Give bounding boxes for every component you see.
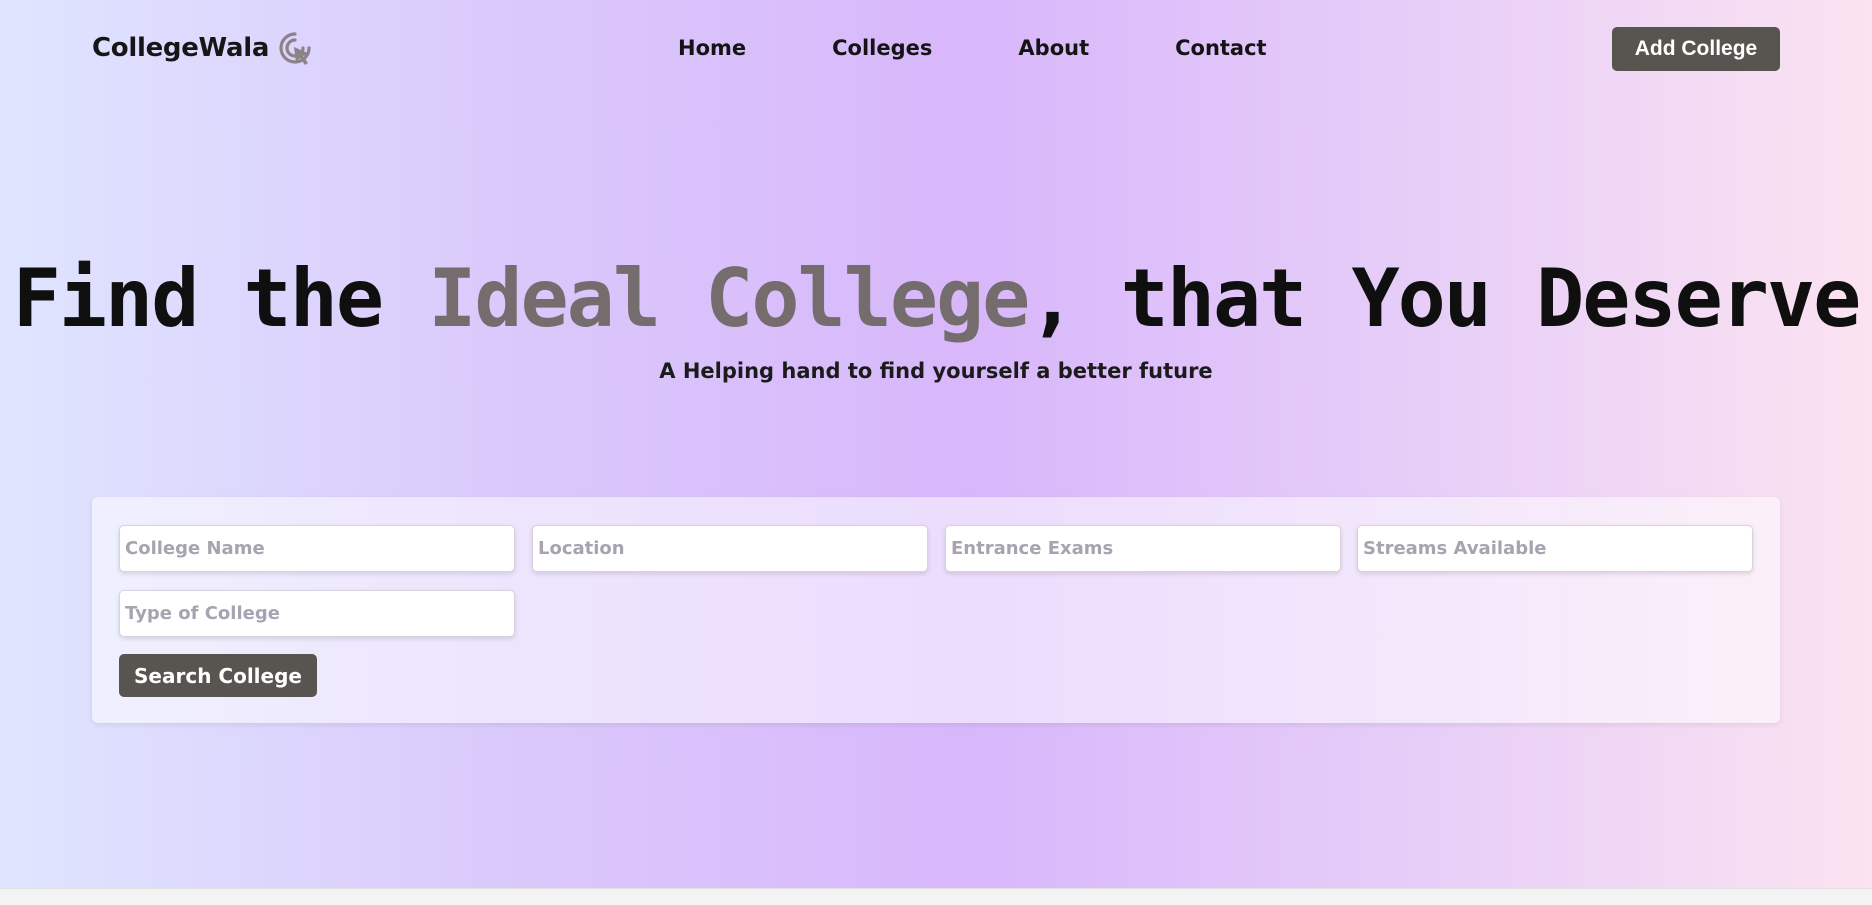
main-menu: Home Colleges About Contact	[678, 26, 1267, 70]
page-background: CollegeWala Home Colleges About Contact …	[0, 0, 1872, 888]
add-college-button[interactable]: Add College	[1612, 27, 1780, 71]
logo[interactable]: CollegeWala	[92, 30, 313, 66]
college-name-input[interactable]	[119, 525, 515, 572]
nav-link-contact[interactable]: Contact	[1175, 36, 1267, 60]
window-bottom-edge	[0, 888, 1872, 905]
hero-title-highlight: Ideal College	[428, 252, 1030, 345]
streams-available-input[interactable]	[1357, 525, 1753, 572]
nav-link-about[interactable]: About	[1018, 36, 1089, 60]
hero-subtitle: A Helping hand to find yourself a better…	[659, 359, 1213, 383]
logo-text: CollegeWala	[92, 33, 270, 63]
nav-link-home[interactable]: Home	[678, 36, 746, 60]
search-panel: Search College	[92, 497, 1780, 723]
hero-title-after: , that You Deserve	[1028, 252, 1861, 345]
type-of-college-input[interactable]	[119, 590, 515, 637]
cursor-click-icon	[277, 30, 313, 66]
location-input[interactable]	[532, 525, 928, 572]
top-nav: CollegeWala Home Colleges About Contact …	[92, 26, 1780, 71]
search-college-button[interactable]: Search College	[119, 654, 317, 697]
nav-link-colleges[interactable]: Colleges	[832, 36, 932, 60]
entrance-exams-input[interactable]	[945, 525, 1341, 572]
hero-title: Find the Ideal College, that You Deserve	[0, 252, 1872, 345]
hero-title-before: Find the	[12, 252, 429, 345]
